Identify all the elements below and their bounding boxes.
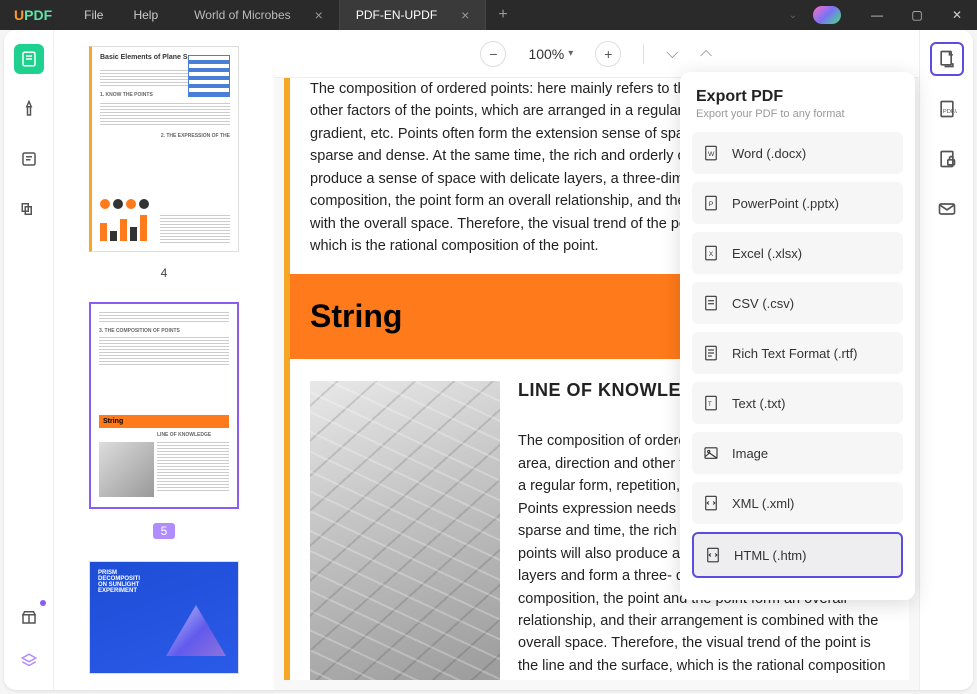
annotate-button[interactable]: [14, 94, 44, 124]
tab-label: PDF-EN-UPDF: [356, 8, 437, 22]
svg-text:X: X: [709, 251, 714, 258]
close-icon[interactable]: ×: [461, 7, 469, 23]
gift-button[interactable]: [14, 602, 44, 632]
organize-button[interactable]: [14, 194, 44, 224]
svg-text:P: P: [709, 201, 714, 208]
zoom-out-button[interactable]: −: [480, 41, 506, 67]
export-txt[interactable]: T Text (.txt): [692, 382, 903, 424]
thumbnail-page-5[interactable]: 3. THE COMPOSITION OF POINTS String LINE…: [89, 302, 239, 509]
chevron-down-icon[interactable]: ⌄: [789, 10, 797, 21]
page-top-button[interactable]: ⌵: [700, 45, 712, 63]
view-toolbar: − 100%▾ + ⌵ ⌵: [274, 30, 919, 78]
export-pdf-panel: Export PDF Export your PDF to any format…: [680, 72, 915, 600]
rtf-icon: [702, 344, 720, 362]
export-powerpoint[interactable]: P PowerPoint (.pptx): [692, 182, 903, 224]
protect-button[interactable]: [930, 142, 964, 176]
reader-mode-button[interactable]: [14, 44, 44, 74]
zoom-in-button[interactable]: +: [595, 41, 621, 67]
html-icon: [704, 546, 722, 564]
menu-bar: File Help: [66, 8, 158, 22]
close-window-button[interactable]: ✕: [937, 0, 977, 30]
export-subtitle: Export your PDF to any format: [692, 108, 903, 120]
word-icon: W: [702, 144, 720, 162]
csv-icon: [702, 294, 720, 312]
ai-brain-icon[interactable]: [813, 6, 841, 24]
export-excel[interactable]: X Excel (.xlsx): [692, 232, 903, 274]
export-pdf-button[interactable]: [930, 42, 964, 76]
thumb-number-4: 4: [161, 266, 168, 280]
xml-icon: [702, 494, 720, 512]
chevron-down-icon: ▾: [568, 48, 573, 59]
titlebar-right: ⌄ — ▢ ✕: [789, 0, 977, 30]
architecture-image: [310, 381, 500, 680]
thumb-number-5: 5: [153, 523, 176, 539]
titlebar: UPDF File Help World of Microbes × PDF-E…: [0, 0, 977, 30]
export-xml[interactable]: XML (.xml): [692, 482, 903, 524]
page-up-button[interactable]: ⌵: [666, 45, 678, 63]
close-icon[interactable]: ×: [315, 7, 323, 23]
minimize-button[interactable]: —: [857, 0, 897, 30]
export-csv[interactable]: CSV (.csv): [692, 282, 903, 324]
tab-label: World of Microbes: [194, 8, 290, 22]
new-tab-button[interactable]: +: [486, 0, 519, 30]
txt-icon: T: [702, 394, 720, 412]
xlsx-icon: X: [702, 244, 720, 262]
thumbnail-panel[interactable]: Basic Elements of Plane Space 1. KNOW TH…: [54, 30, 274, 690]
export-title: Export PDF: [692, 88, 903, 106]
export-html[interactable]: HTML (.htm): [692, 532, 903, 578]
export-word[interactable]: W Word (.docx): [692, 132, 903, 174]
convert-to-pdfa-button[interactable]: PDF/A: [930, 92, 964, 126]
document-tabs: World of Microbes × PDF-EN-UPDF × +: [178, 0, 520, 30]
layers-button[interactable]: [14, 646, 44, 676]
maximize-button[interactable]: ▢: [897, 0, 937, 30]
tab-pdf-en-updf[interactable]: PDF-EN-UPDF ×: [340, 0, 487, 30]
svg-text:T: T: [708, 402, 712, 408]
edit-button[interactable]: [14, 144, 44, 174]
image-icon: [702, 444, 720, 462]
right-tool-rail: PDF/A: [919, 30, 973, 690]
thumbnail-page-4[interactable]: Basic Elements of Plane Space 1. KNOW TH…: [89, 46, 239, 252]
app-body: Basic Elements of Plane Space 1. KNOW TH…: [4, 30, 973, 690]
pptx-icon: P: [702, 194, 720, 212]
menu-help[interactable]: Help: [133, 8, 158, 22]
menu-file[interactable]: File: [84, 8, 103, 22]
mail-button[interactable]: [930, 192, 964, 226]
svg-text:PDF/A: PDF/A: [942, 109, 956, 115]
export-image[interactable]: Image: [692, 432, 903, 474]
tab-world-of-microbes[interactable]: World of Microbes ×: [178, 0, 340, 30]
export-rtf[interactable]: Rich Text Format (.rtf): [692, 332, 903, 374]
thumbnail-page-6[interactable]: PRISM DECOMPOSITI ON SUNLIGHT EXPERIMENT: [89, 561, 239, 674]
svg-text:W: W: [708, 151, 715, 158]
zoom-level[interactable]: 100%▾: [528, 46, 573, 62]
app-logo: UPDF: [0, 7, 66, 23]
left-tool-rail: [4, 30, 54, 690]
